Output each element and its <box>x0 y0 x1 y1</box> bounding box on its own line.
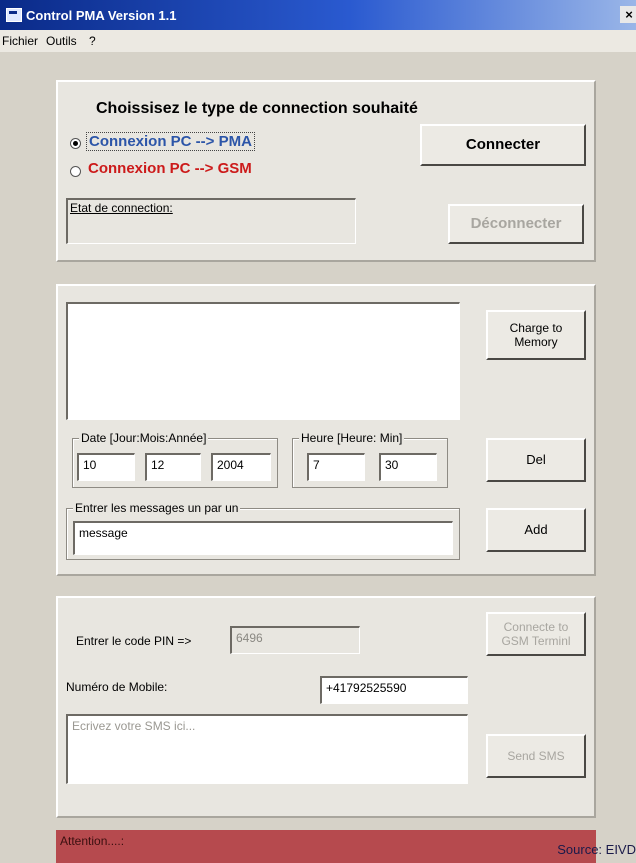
menu-fichier[interactable]: Fichier <box>2 34 38 48</box>
connection-status-box: Etat de connection: <box>66 198 356 244</box>
app-icon <box>6 8 22 22</box>
time-group: Heure [Heure: Min] 7 30 <box>292 431 448 488</box>
connection-panel: Choissisez le type de connection souhait… <box>56 80 596 262</box>
send-sms-button[interactable]: Send SMS <box>486 734 586 778</box>
minute-input[interactable]: 30 <box>379 453 437 481</box>
mobile-input[interactable]: +41792525590 <box>320 676 468 704</box>
title-bar[interactable]: Control PMA Version 1.1 × <box>0 0 636 30</box>
radio-gsm-button[interactable] <box>70 166 81 177</box>
messages-panel: Charge to Memory Date [Jour:Mois:Année] … <box>56 284 596 576</box>
connect-button[interactable]: Connecter <box>420 124 586 166</box>
connect-gsm-button[interactable]: Connecte to GSM Terminl <box>486 612 586 656</box>
menu-outils[interactable]: Outils <box>46 34 77 48</box>
year-input[interactable]: 2004 <box>211 453 271 481</box>
pin-input[interactable]: 6496 <box>230 626 360 654</box>
day-input[interactable]: 10 <box>77 453 135 481</box>
window-title: Control PMA Version 1.1 <box>26 8 177 23</box>
menu-bar: Fichier Outils ? <box>0 30 636 52</box>
add-button[interactable]: Add <box>486 508 586 552</box>
attention-label: Attention....: <box>60 834 125 848</box>
month-input[interactable]: 12 <box>145 453 201 481</box>
connection-heading: Choissisez le type de connection souhait… <box>96 100 418 117</box>
source-caption: Source: EIVD <box>557 842 636 857</box>
radio-gsm-label[interactable]: Connexion PC --> GSM <box>88 160 252 177</box>
date-group: Date [Jour:Mois:Année] 10 12 2004 <box>72 431 278 488</box>
close-icon[interactable]: × <box>620 6 636 23</box>
sms-textarea[interactable]: Ecrivez votre SMS ici... <box>66 714 468 784</box>
connection-status-label: Etat de connection: <box>70 201 173 215</box>
app-window: Control PMA Version 1.1 × Fichier Outils… <box>0 0 636 863</box>
disconnect-button[interactable]: Déconnecter <box>448 204 584 244</box>
hour-input[interactable]: 7 <box>307 453 365 481</box>
message-entry-legend: Entrer les messages un par un <box>73 501 241 515</box>
radio-pma-label[interactable]: Connexion PC --> PMA <box>86 132 255 151</box>
radio-pma-button[interactable] <box>70 138 81 149</box>
attention-bar: Attention....: <box>56 830 596 863</box>
menu-help[interactable]: ? <box>89 34 96 48</box>
message-entry-group: Entrer les messages un par un message <box>66 501 460 560</box>
charge-to-memory-button[interactable]: Charge to Memory <box>486 310 586 360</box>
gsm-panel: Entrer le code PIN => 6496 Connecte to G… <box>56 596 596 818</box>
messages-list[interactable] <box>66 302 460 420</box>
pin-label: Entrer le code PIN => <box>76 634 192 648</box>
delete-button[interactable]: Del <box>486 438 586 482</box>
time-legend: Heure [Heure: Min] <box>299 431 405 445</box>
message-entry-input[interactable]: message <box>73 521 453 555</box>
date-legend: Date [Jour:Mois:Année] <box>79 431 209 445</box>
mobile-label: Numéro de Mobile: <box>66 680 168 694</box>
